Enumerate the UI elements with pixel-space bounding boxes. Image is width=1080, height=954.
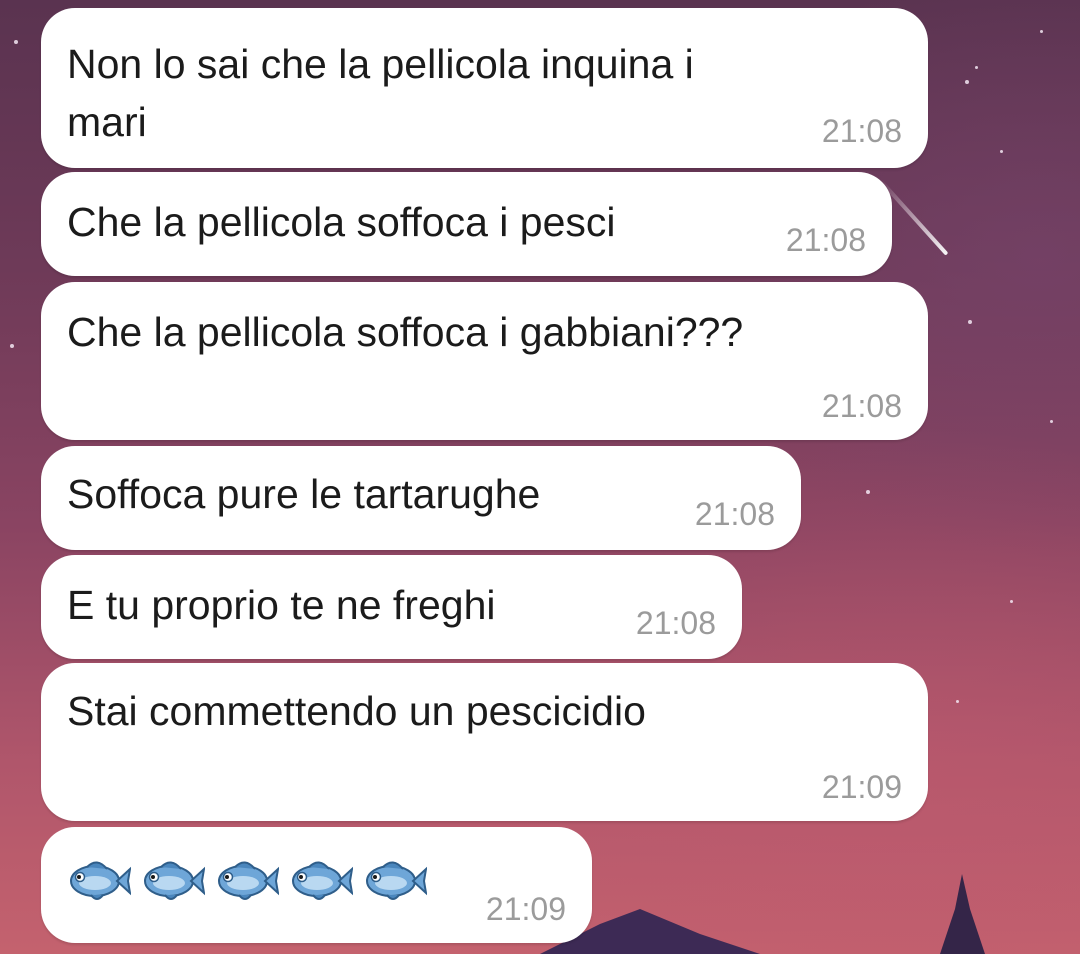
star <box>866 490 870 494</box>
fish-emoji <box>144 861 205 900</box>
fish-emoji <box>218 861 279 900</box>
star <box>1010 600 1013 603</box>
message-bubble[interactable]: Stai commettendo un pescicidio 21:09 <box>41 663 928 821</box>
message-text: E tu proprio te ne freghi <box>67 582 496 628</box>
message-bubble[interactable]: Soffoca pure le tartarughe 21:08 <box>41 446 801 550</box>
message-time: 21:08 <box>635 605 716 641</box>
message-time: 21:08 <box>821 113 902 149</box>
star <box>1050 420 1053 423</box>
star <box>965 80 969 84</box>
star <box>1040 30 1043 33</box>
message-text: Non lo sai che la pellicola inquina i <box>67 41 694 87</box>
message-bubble[interactable]: Che la pellicola soffoca i gabbiani??? 2… <box>41 282 928 440</box>
message-bubble[interactable]: Non lo sai che la pellicola inquina i ma… <box>41 8 928 168</box>
message-time: 21:08 <box>821 388 902 424</box>
message-time: 21:08 <box>694 496 775 532</box>
star <box>14 40 18 44</box>
fish-emoji <box>292 861 353 900</box>
message-bubble[interactable]: 21:09 <box>41 827 592 943</box>
star <box>1000 150 1003 153</box>
message-text: Stai commettendo un pescicidio <box>67 688 646 734</box>
fish-emoji <box>70 861 131 900</box>
star <box>956 700 959 703</box>
message-time: 21:09 <box>821 769 902 805</box>
message-bubble[interactable]: E tu proprio te ne freghi 21:08 <box>41 555 742 659</box>
message-text: mari <box>67 99 147 145</box>
message-text: Che la pellicola soffoca i gabbiani??? <box>67 309 744 355</box>
star <box>968 320 972 324</box>
message-text: Che la pellicola soffoca i pesci <box>67 199 616 245</box>
star <box>10 344 14 348</box>
message-time: 21:09 <box>485 891 566 927</box>
fish-emoji <box>366 861 427 900</box>
emoji-row <box>65 851 427 911</box>
message-text: Soffoca pure le tartarughe <box>67 471 541 517</box>
message-time: 21:08 <box>785 222 866 258</box>
message-bubble[interactable]: Che la pellicola soffoca i pesci 21:08 <box>41 172 892 276</box>
star <box>975 66 978 69</box>
